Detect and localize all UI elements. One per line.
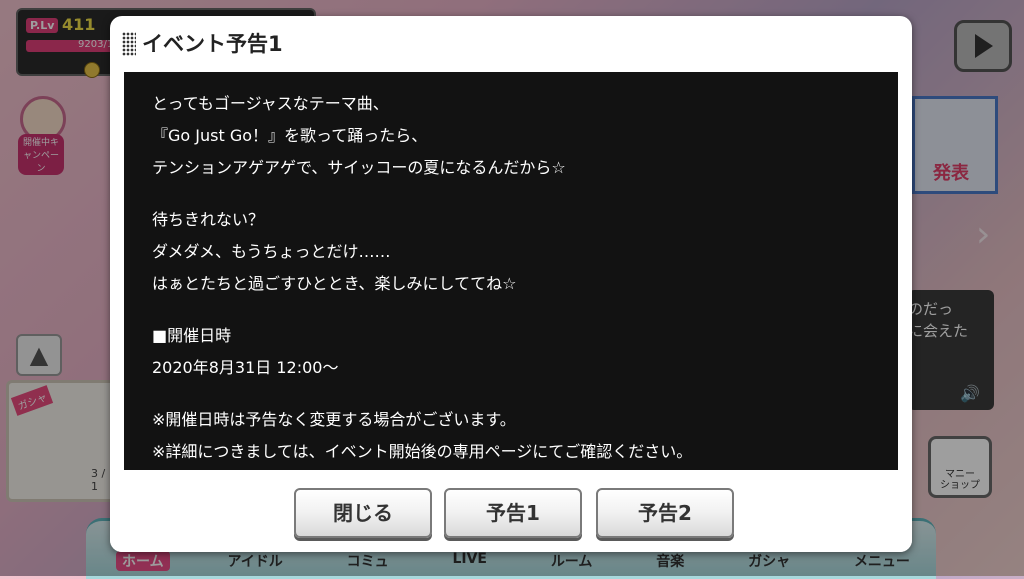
text-line: 2020年8月31日 12:00～ [152,358,339,377]
modal-header: イベント予告1 [110,16,912,72]
text-line: ダメダメ、もうちょっとだけ…… [152,242,391,261]
modal-footer: 閉じる 予告1 予告2 [110,470,912,552]
preview1-button[interactable]: 予告1 [444,488,582,538]
modal-body[interactable]: とってもゴージャスなテーマ曲、『Go Just Go！』を歌って踊ったら、テンシ… [124,72,898,470]
modal-title: イベント予告1 [142,32,283,56]
paragraph: 待ちきれない？ ダメダメ、もうちょっとだけ…… はぁとたちと過ごすひととき、楽しみに… [152,204,692,300]
close-button[interactable]: 閉じる [294,488,432,538]
event-preview-modal: イベント予告1 とってもゴージャスなテーマ曲、『Go Just Go！』を歌って… [110,16,912,552]
grip-icon [122,32,136,56]
text-line: とってもゴージャスなテーマ曲、 [152,94,389,113]
text-line: テンションアゲアゲで、サイッコーの夏になるんだから☆ [152,158,566,177]
text-line: 『Go Just Go！』を歌って踊ったら、 [152,126,428,145]
text-line: ※詳細につきましては、イベント開始後の専用ページにてご確認ください。 [152,442,693,461]
announcement-text: とってもゴージャスなテーマ曲、『Go Just Go！』を歌って踊ったら、テンシ… [152,88,692,468]
paragraph: ■開催日時 2020年8月31日 12:00～ [152,320,692,384]
preview2-button[interactable]: 予告2 [596,488,734,538]
text-line: はぁとたちと過ごすひととき、楽しみにしててね☆ [152,274,517,293]
paragraph: ※開催日時は予告なく変更する場合がございます。 ※詳細につきましては、イベント開始… [152,404,692,468]
paragraph: とってもゴージャスなテーマ曲、『Go Just Go！』を歌って踊ったら、テンシ… [152,88,692,184]
text-line: ■開催日時 [152,326,232,345]
text-line: ※開催日時は予告なく変更する場合がございます。 [152,410,516,429]
text-line: 待ちきれない？ [152,210,265,229]
